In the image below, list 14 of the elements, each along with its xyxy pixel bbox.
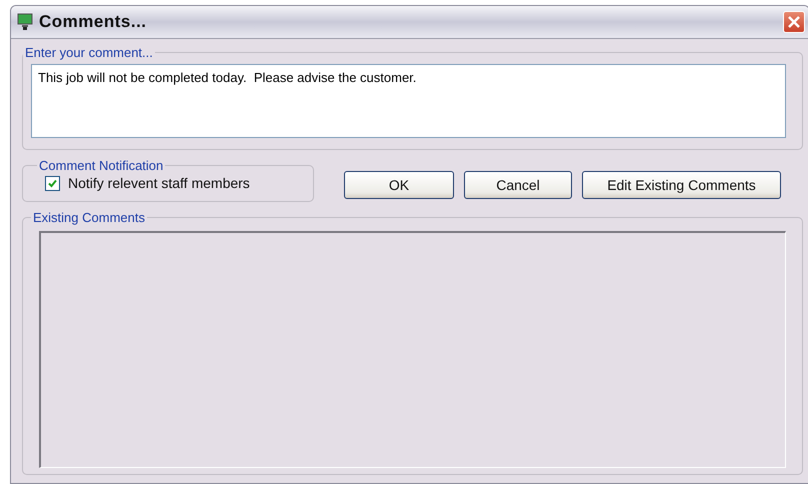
group-label: Existing Comments [32, 210, 146, 225]
close-icon [787, 15, 801, 29]
dialog-button[interactable]: Edit Existing Comments [582, 171, 781, 199]
checkmark-icon [47, 178, 58, 188]
group-label: Enter your comment... [24, 45, 154, 60]
close-button[interactable] [783, 11, 805, 33]
group-label: Comment Notification [38, 158, 164, 173]
checkbox-label: Notify relevent staff members [68, 175, 250, 191]
comment-field[interactable]: This job will not be completed today. Please advise the customer. [31, 64, 786, 138]
window-title: Comments... [39, 12, 148, 32]
monitor-icon [17, 13, 33, 31]
checkbox[interactable] [45, 176, 60, 190]
dialog-button[interactable]: Cancel [464, 171, 572, 199]
dialog-button[interactable]: OK [344, 171, 454, 199]
